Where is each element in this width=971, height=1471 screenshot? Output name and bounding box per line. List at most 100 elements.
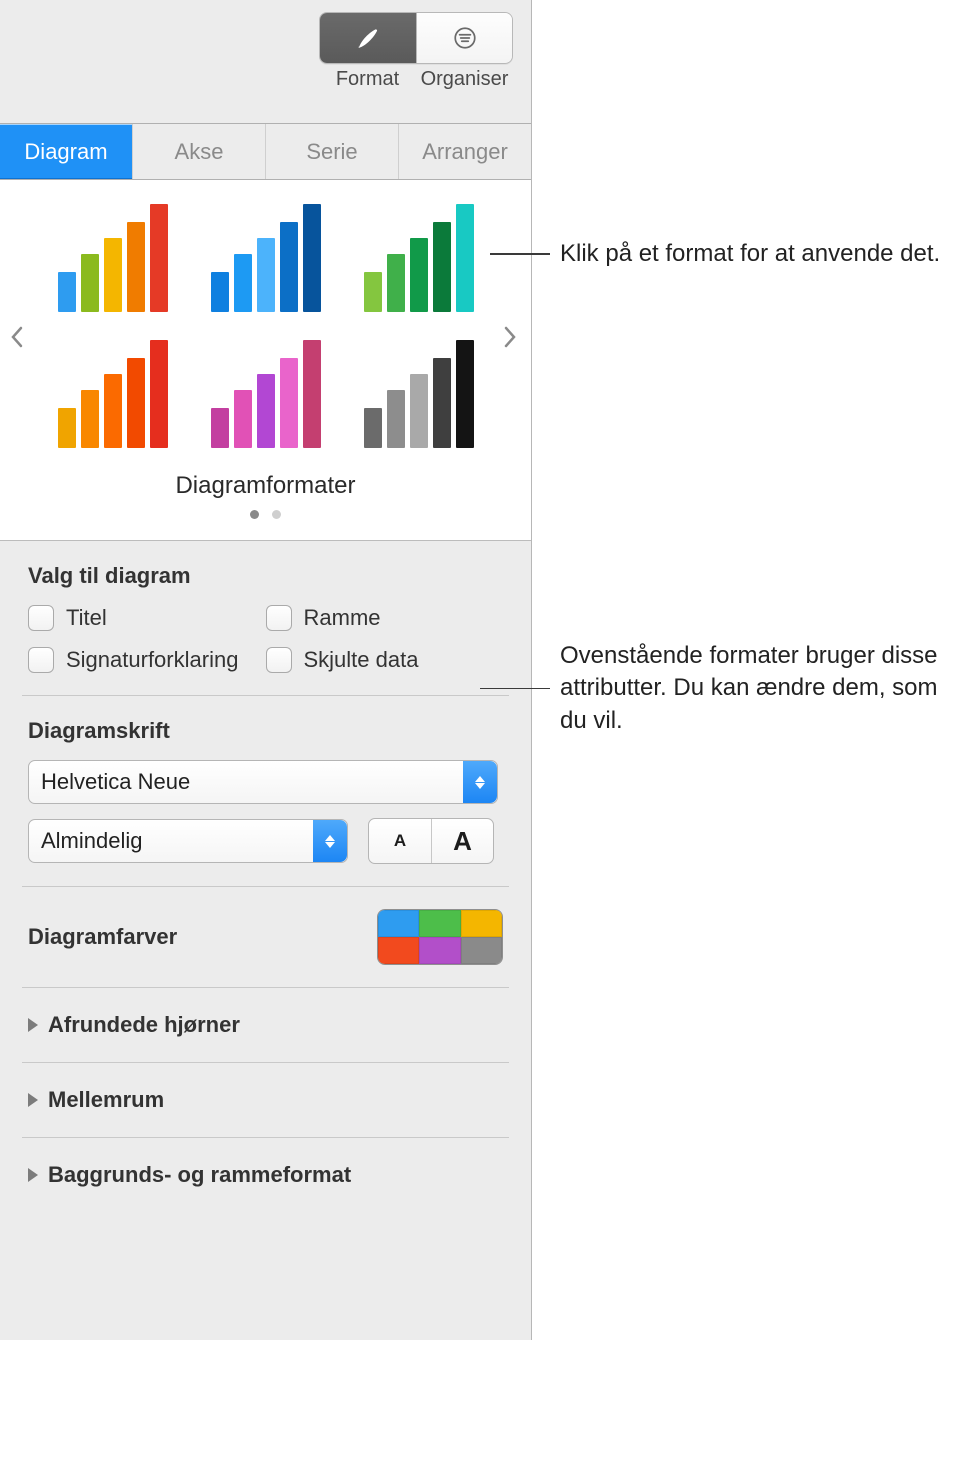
font-size-decrease[interactable]: A (369, 819, 431, 863)
thumb-bar (127, 222, 145, 312)
organize-button[interactable] (416, 13, 512, 63)
callout-attrs: Ovenstående formater bruger disse attrib… (480, 640, 970, 737)
font-family-popup[interactable]: Helvetica Neue (28, 760, 498, 804)
color-cell (378, 910, 419, 937)
toolbar: Format Organiser (0, 0, 531, 124)
page-dot-1[interactable] (250, 510, 259, 519)
styles-prev-arrow[interactable] (4, 320, 30, 354)
chart-styles-area: Diagramformater (0, 180, 531, 541)
thumb-bar (58, 272, 76, 312)
toolbar-segment (319, 12, 513, 64)
chart-style-thumb-1[interactable] (44, 198, 181, 318)
disclosure-gaps[interactable]: Mellemrum (0, 1063, 531, 1137)
disclosure-triangle-icon (28, 1018, 38, 1032)
checkbox-title[interactable]: Titel (28, 605, 266, 631)
popup-handle-icon (463, 761, 497, 803)
disclosure-label: Afrundede hjørner (48, 1012, 240, 1038)
font-row-2: Almindelig A A (28, 818, 503, 864)
font-family-value: Helvetica Neue (41, 769, 190, 795)
thumb-bar (387, 390, 405, 448)
thumb-bar (280, 222, 298, 312)
thumb-bar (150, 204, 168, 312)
toolbar-group: Format Organiser (319, 12, 513, 91)
thumb-bar (303, 204, 321, 312)
popup-handle-icon (313, 820, 347, 862)
thumb-bar (127, 358, 145, 448)
checkbox-label: Signaturforklaring (66, 647, 238, 673)
thumb-bar (433, 358, 451, 448)
styles-caption: Diagramformater (0, 472, 531, 500)
color-cell (461, 937, 502, 964)
chart-font-section: Diagramskrift Helvetica Neue Almindelig … (0, 696, 531, 886)
chart-colors-heading: Diagramfarver (28, 924, 177, 950)
checkbox-frame[interactable]: Ramme (266, 605, 504, 631)
tab-series[interactable]: Serie (266, 124, 399, 179)
font-size-stepper: A A (368, 818, 494, 864)
thumb-bar (456, 340, 474, 448)
thumb-bar (433, 222, 451, 312)
callout-line (490, 253, 550, 255)
thumb-bar (257, 238, 275, 312)
paintbrush-icon (355, 25, 381, 51)
checkbox-box (28, 647, 54, 673)
disclosure-rounded-corners[interactable]: Afrundede hjørner (0, 988, 531, 1062)
color-cell (378, 937, 419, 964)
thumb-bar (303, 340, 321, 448)
chart-options-grid: Titel Ramme Signaturforklaring Skjulte d… (28, 605, 503, 673)
chart-style-thumb-4[interactable] (44, 334, 181, 454)
chart-options-heading: Valg til diagram (28, 563, 503, 589)
format-button[interactable] (320, 13, 416, 63)
color-cell (419, 937, 460, 964)
thumb-bar (211, 408, 229, 448)
disclosure-triangle-icon (28, 1168, 38, 1182)
font-weight-popup[interactable]: Almindelig (28, 819, 348, 863)
checkbox-box (28, 605, 54, 631)
thumb-bar (81, 390, 99, 448)
tab-arrange[interactable]: Arranger (399, 124, 531, 179)
chart-colors-well[interactable] (377, 909, 503, 965)
organize-label: Organiser (416, 68, 513, 91)
thumb-bar (234, 390, 252, 448)
organize-icon (452, 25, 478, 51)
chart-style-thumb-3[interactable] (350, 198, 487, 318)
thumb-bar (410, 238, 428, 312)
callout-text: Klik på et format for at anvende det. (550, 238, 940, 270)
disclosure-label: Mellemrum (48, 1087, 164, 1113)
chart-options-section: Valg til diagram Titel Ramme Signaturfor… (0, 541, 531, 695)
thumb-bar (257, 374, 275, 448)
callout-text: Ovenstående formater bruger disse attrib… (550, 640, 955, 737)
chart-font-heading: Diagramskrift (28, 718, 503, 744)
styles-next-arrow[interactable] (497, 320, 523, 354)
thumb-bar (211, 272, 229, 312)
callout-line (480, 688, 550, 690)
thumb-bar (280, 358, 298, 448)
disclosure-bgframe[interactable]: Baggrunds- og rammeformat (0, 1138, 531, 1212)
page-dot-2[interactable] (272, 510, 281, 519)
format-label: Format (319, 68, 416, 91)
font-size-increase[interactable]: A (431, 819, 493, 863)
checkbox-label: Ramme (304, 605, 381, 631)
chart-styles-grid (0, 180, 531, 462)
disclosure-label: Baggrunds- og rammeformat (48, 1162, 351, 1188)
chart-colors-section: Diagramfarver (0, 887, 531, 987)
toolbar-labels: Format Organiser (319, 68, 513, 91)
color-cell (419, 910, 460, 937)
thumb-bar (104, 374, 122, 448)
tab-axis[interactable]: Akse (133, 124, 266, 179)
thumb-bar (104, 238, 122, 312)
page-dots (0, 506, 531, 524)
checkbox-hidden-data[interactable]: Skjulte data (266, 647, 504, 673)
thumb-bar (81, 254, 99, 312)
checkbox-legend[interactable]: Signaturforklaring (28, 647, 266, 673)
checkbox-box (266, 605, 292, 631)
chart-style-thumb-5[interactable] (197, 334, 334, 454)
thumb-bar (364, 408, 382, 448)
chart-style-thumb-2[interactable] (197, 198, 334, 318)
tab-diagram[interactable]: Diagram (0, 124, 133, 179)
inspector-tabs: Diagram Akse Serie Arranger (0, 124, 531, 180)
inspector-panel: Format Organiser Diagram Akse Serie Arra… (0, 0, 532, 1340)
chevron-right-icon (503, 326, 517, 348)
chart-style-thumb-6[interactable] (350, 334, 487, 454)
thumb-bar (410, 374, 428, 448)
checkbox-label: Skjulte data (304, 647, 419, 673)
